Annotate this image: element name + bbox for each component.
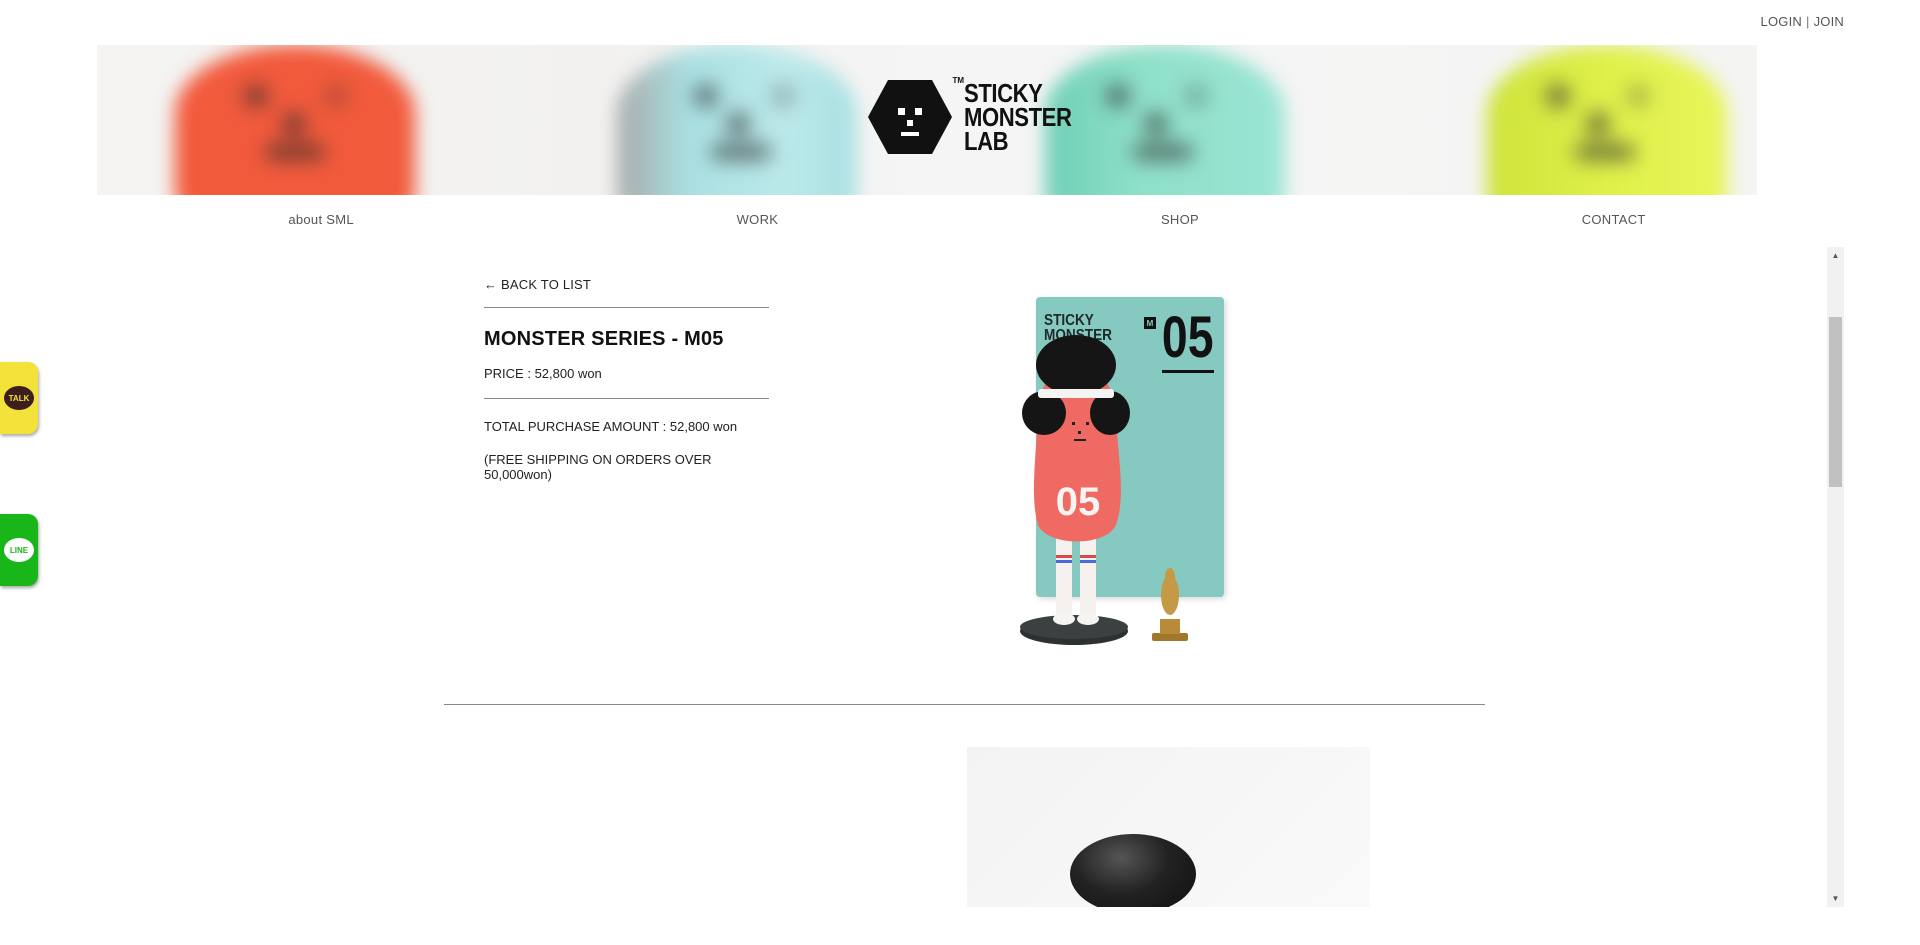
content-scroll-area[interactable]: ← BACK TO LIST MONSTER SERIES - M05 PRIC… bbox=[0, 247, 1846, 907]
product-price: PRICE : 52,800 won bbox=[484, 366, 602, 381]
blob-eye bbox=[245, 85, 267, 107]
blob-nose bbox=[1587, 113, 1609, 135]
auth-links: LOGIN | JOIN bbox=[1761, 14, 1844, 29]
blob-nose bbox=[727, 113, 749, 135]
divider bbox=[484, 398, 769, 399]
shipping-note: (FREE SHIPPING ON ORDERS OVER 50,000won) bbox=[484, 452, 712, 482]
blob-mouth bbox=[711, 145, 771, 159]
main-nav: about SML WORK SHOP CONTACT bbox=[97, 212, 1837, 227]
login-link[interactable]: LOGIN bbox=[1761, 14, 1802, 29]
product-image: STICKY MONSTER M 05 bbox=[1018, 297, 1230, 649]
banner-monster-lime bbox=[1487, 45, 1727, 195]
product-title: MONSTER SERIES - M05 bbox=[484, 328, 724, 350]
nav-item-contact[interactable]: CONTACT bbox=[1582, 212, 1646, 227]
blob-eye bbox=[1627, 85, 1649, 107]
logo-wordmark: STICKY MONSTER LAB bbox=[964, 80, 1072, 156]
divider bbox=[484, 307, 769, 308]
figure-number: 05 bbox=[1056, 480, 1101, 524]
blob-eye bbox=[1107, 85, 1129, 107]
page: LOGIN | JOIN TM STICKY MONSTER LAB about… bbox=[0, 0, 1920, 945]
scrollbar-thumb[interactable] bbox=[1829, 317, 1842, 487]
back-to-list-link[interactable]: ← BACK TO LIST bbox=[484, 277, 591, 292]
content-divider bbox=[444, 704, 1485, 705]
blob-eye bbox=[695, 85, 717, 107]
scroll-down-arrow-icon[interactable]: ▼ bbox=[1827, 890, 1844, 907]
auth-separator: | bbox=[1806, 14, 1810, 29]
nav-item-about[interactable]: about SML bbox=[288, 212, 354, 227]
monster-head-logo-icon: TM bbox=[866, 76, 964, 156]
total-purchase-amount: TOTAL PURCHASE AMOUNT : 52,800 won bbox=[484, 419, 738, 434]
blob-eye bbox=[1185, 85, 1207, 107]
blob-mouth bbox=[1133, 145, 1193, 159]
figure-hair-shape bbox=[1070, 834, 1196, 907]
product-info: ← BACK TO LIST MONSTER SERIES - M05 PRIC… bbox=[484, 277, 769, 482]
nav-item-shop[interactable]: SHOP bbox=[1161, 212, 1199, 227]
blob-mouth bbox=[265, 145, 325, 159]
blob-eye bbox=[772, 85, 794, 107]
product-detail-image bbox=[967, 747, 1370, 907]
content-scrollbar[interactable]: ▲ ▼ bbox=[1827, 247, 1844, 907]
site-logo[interactable]: TM STICKY MONSTER LAB bbox=[866, 76, 1091, 156]
join-link[interactable]: JOIN bbox=[1814, 14, 1844, 29]
logo-line-3: LAB bbox=[964, 126, 1009, 156]
monster-figure: 05 bbox=[1020, 335, 1188, 645]
banner-monster-red bbox=[175, 45, 415, 195]
nav-item-work[interactable]: WORK bbox=[737, 212, 779, 227]
blob-eye bbox=[325, 85, 347, 107]
blob-nose bbox=[283, 113, 305, 135]
blob-nose bbox=[1145, 113, 1167, 135]
blob-eye bbox=[1547, 85, 1569, 107]
trademark-label: TM bbox=[952, 76, 964, 85]
blob-mouth bbox=[1575, 145, 1635, 159]
banner-monster-cyan bbox=[617, 45, 857, 195]
scroll-up-arrow-icon[interactable]: ▲ bbox=[1827, 247, 1844, 264]
